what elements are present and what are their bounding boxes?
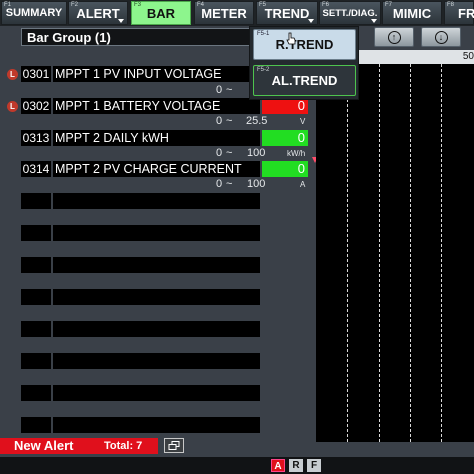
fkey-label: F1 (4, 2, 12, 8)
value-display: 0 (262, 98, 308, 114)
range-min: 0 (216, 147, 223, 159)
fkey-label: F4 (197, 2, 205, 8)
bar-group-title: Bar Group (1) (21, 28, 250, 46)
fkey-label: F3 (134, 2, 142, 8)
value-display: 0 (262, 130, 308, 146)
grid-line (379, 64, 380, 442)
alarm-status-indicator[interactable]: A (271, 459, 285, 472)
empty-tag-slot[interactable] (21, 385, 51, 401)
tag-name[interactable]: MPPT 1 BATTERY VOLTAGE (53, 98, 260, 114)
settings-diagnostics-button[interactable]: F6 SETT./DIAG. (319, 1, 381, 25)
meter-button[interactable]: F4 METER (194, 1, 254, 25)
empty-tag-slot[interactable] (21, 193, 51, 209)
function-toolbar: F1 SUMMARY F2 ALERT F3 BAR F4 METER F5 T… (0, 0, 474, 26)
r-trend-menu-item[interactable]: F5-1 R.TREND (253, 29, 356, 60)
empty-name-slot[interactable] (53, 417, 260, 433)
new-alert-bar[interactable]: New Alert Total: 7 (0, 438, 158, 454)
unit-label: A (300, 180, 306, 189)
settings-diagnostics-button-label: SETT./DIAG. (322, 7, 378, 19)
scroll-up-button[interactable]: ↑ (374, 27, 414, 47)
tag-name[interactable]: MPPT 1 PV INPUT VOLTAGE (53, 66, 260, 82)
empty-tag-slot[interactable] (21, 353, 51, 369)
unit-label: V (300, 117, 306, 126)
empty-tag-slot[interactable] (21, 321, 51, 337)
grid-line (410, 64, 411, 442)
r-trend-label: R.TREND (275, 37, 334, 52)
empty-name-slot[interactable] (53, 257, 260, 273)
fkey-label: F5 (259, 2, 267, 8)
bar-graph-area: 50 (316, 50, 474, 442)
trend-button-label: TREND (264, 5, 310, 21)
alert-button-label: ALERT (76, 5, 120, 21)
range-max: 100 (247, 147, 266, 159)
empty-tag-slot[interactable] (21, 257, 51, 273)
empty-name-slot[interactable] (53, 385, 260, 401)
grid-line (441, 64, 442, 442)
trend-dropdown-menu: F5-1 R.TREND F5-2 AL.TREND (249, 26, 359, 100)
bar-button-label: BAR (146, 5, 176, 21)
window-restore-icon (168, 441, 180, 450)
grid-line (347, 64, 348, 442)
tag-number[interactable]: 0314 (21, 161, 51, 177)
chevron-down-icon (118, 19, 124, 23)
trend-button[interactable]: F5 TREND (256, 1, 318, 25)
hand-pointer-icon (286, 32, 296, 45)
chevron-down-icon (371, 19, 377, 23)
mimic-button[interactable]: F7 MIMIC (382, 1, 442, 25)
range-separator: ~ (226, 115, 233, 127)
empty-name-slot[interactable] (53, 289, 260, 305)
chevron-down-icon (308, 19, 314, 23)
tag-number[interactable]: 0313 (21, 130, 51, 146)
meter-button-label: METER (201, 5, 247, 21)
fr-button[interactable]: F8 FR (444, 1, 474, 25)
fr-button-label: FR (458, 5, 474, 21)
fkey-label: F7 (385, 2, 393, 8)
bar-button[interactable]: F3 BAR (131, 1, 191, 25)
empty-name-slot[interactable] (53, 353, 260, 369)
tag-name[interactable]: MPPT 2 DAILY kWH (53, 130, 260, 146)
alarm-level-badge: L (7, 69, 18, 80)
unit-label: kW/h (287, 149, 306, 158)
arrow-down-circle-icon: ↓ (434, 30, 448, 44)
tag-number[interactable]: 0302 (21, 98, 51, 114)
empty-name-slot[interactable] (53, 321, 260, 337)
empty-name-slot[interactable] (53, 193, 260, 209)
fkey-label: F5-1 (257, 31, 270, 37)
range-separator: ~ (226, 84, 233, 96)
range-min: 0 (216, 84, 223, 96)
range-separator: ~ (226, 147, 233, 159)
arrow-up-circle-icon: ↑ (387, 30, 401, 44)
r-status-indicator[interactable]: R (289, 459, 303, 472)
empty-tag-slot[interactable] (21, 289, 51, 305)
summary-button-label: SUMMARY (5, 7, 63, 19)
mimic-button-label: MIMIC (392, 5, 432, 21)
scale-label: 50 (462, 51, 474, 62)
fkey-label: F8 (447, 2, 455, 8)
f-status-indicator[interactable]: F (307, 459, 321, 472)
range-separator: ~ (226, 178, 233, 190)
summary-button[interactable]: F1 SUMMARY (1, 1, 67, 25)
alert-button[interactable]: F2 ALERT (68, 1, 128, 25)
fkey-label: F2 (71, 2, 79, 8)
empty-tag-slot[interactable] (21, 225, 51, 241)
scroll-down-button[interactable]: ↓ (421, 27, 461, 47)
range-min: 0 (216, 115, 223, 127)
new-alert-label: New Alert (14, 438, 74, 453)
al-trend-label: AL.TREND (271, 73, 338, 88)
range-min: 0 (216, 178, 223, 190)
value-display: 0 (262, 161, 308, 177)
tag-name[interactable]: MPPT 2 PV CHARGE CURRENT (53, 161, 260, 177)
fkey-label: F6 (322, 2, 330, 8)
range-max: 100 (247, 178, 266, 190)
alert-total-count: Total: 7 (104, 440, 143, 452)
fkey-label: F5-2 (257, 67, 270, 73)
empty-tag-slot[interactable] (21, 417, 51, 433)
range-max: 25.5 (246, 115, 268, 127)
al-trend-menu-item[interactable]: F5-2 AL.TREND (253, 65, 356, 96)
tag-number[interactable]: 0301 (21, 66, 51, 82)
open-alert-window-button[interactable] (164, 438, 184, 453)
alarm-level-badge: L (7, 101, 18, 112)
empty-name-slot[interactable] (53, 225, 260, 241)
status-bar (0, 457, 474, 474)
